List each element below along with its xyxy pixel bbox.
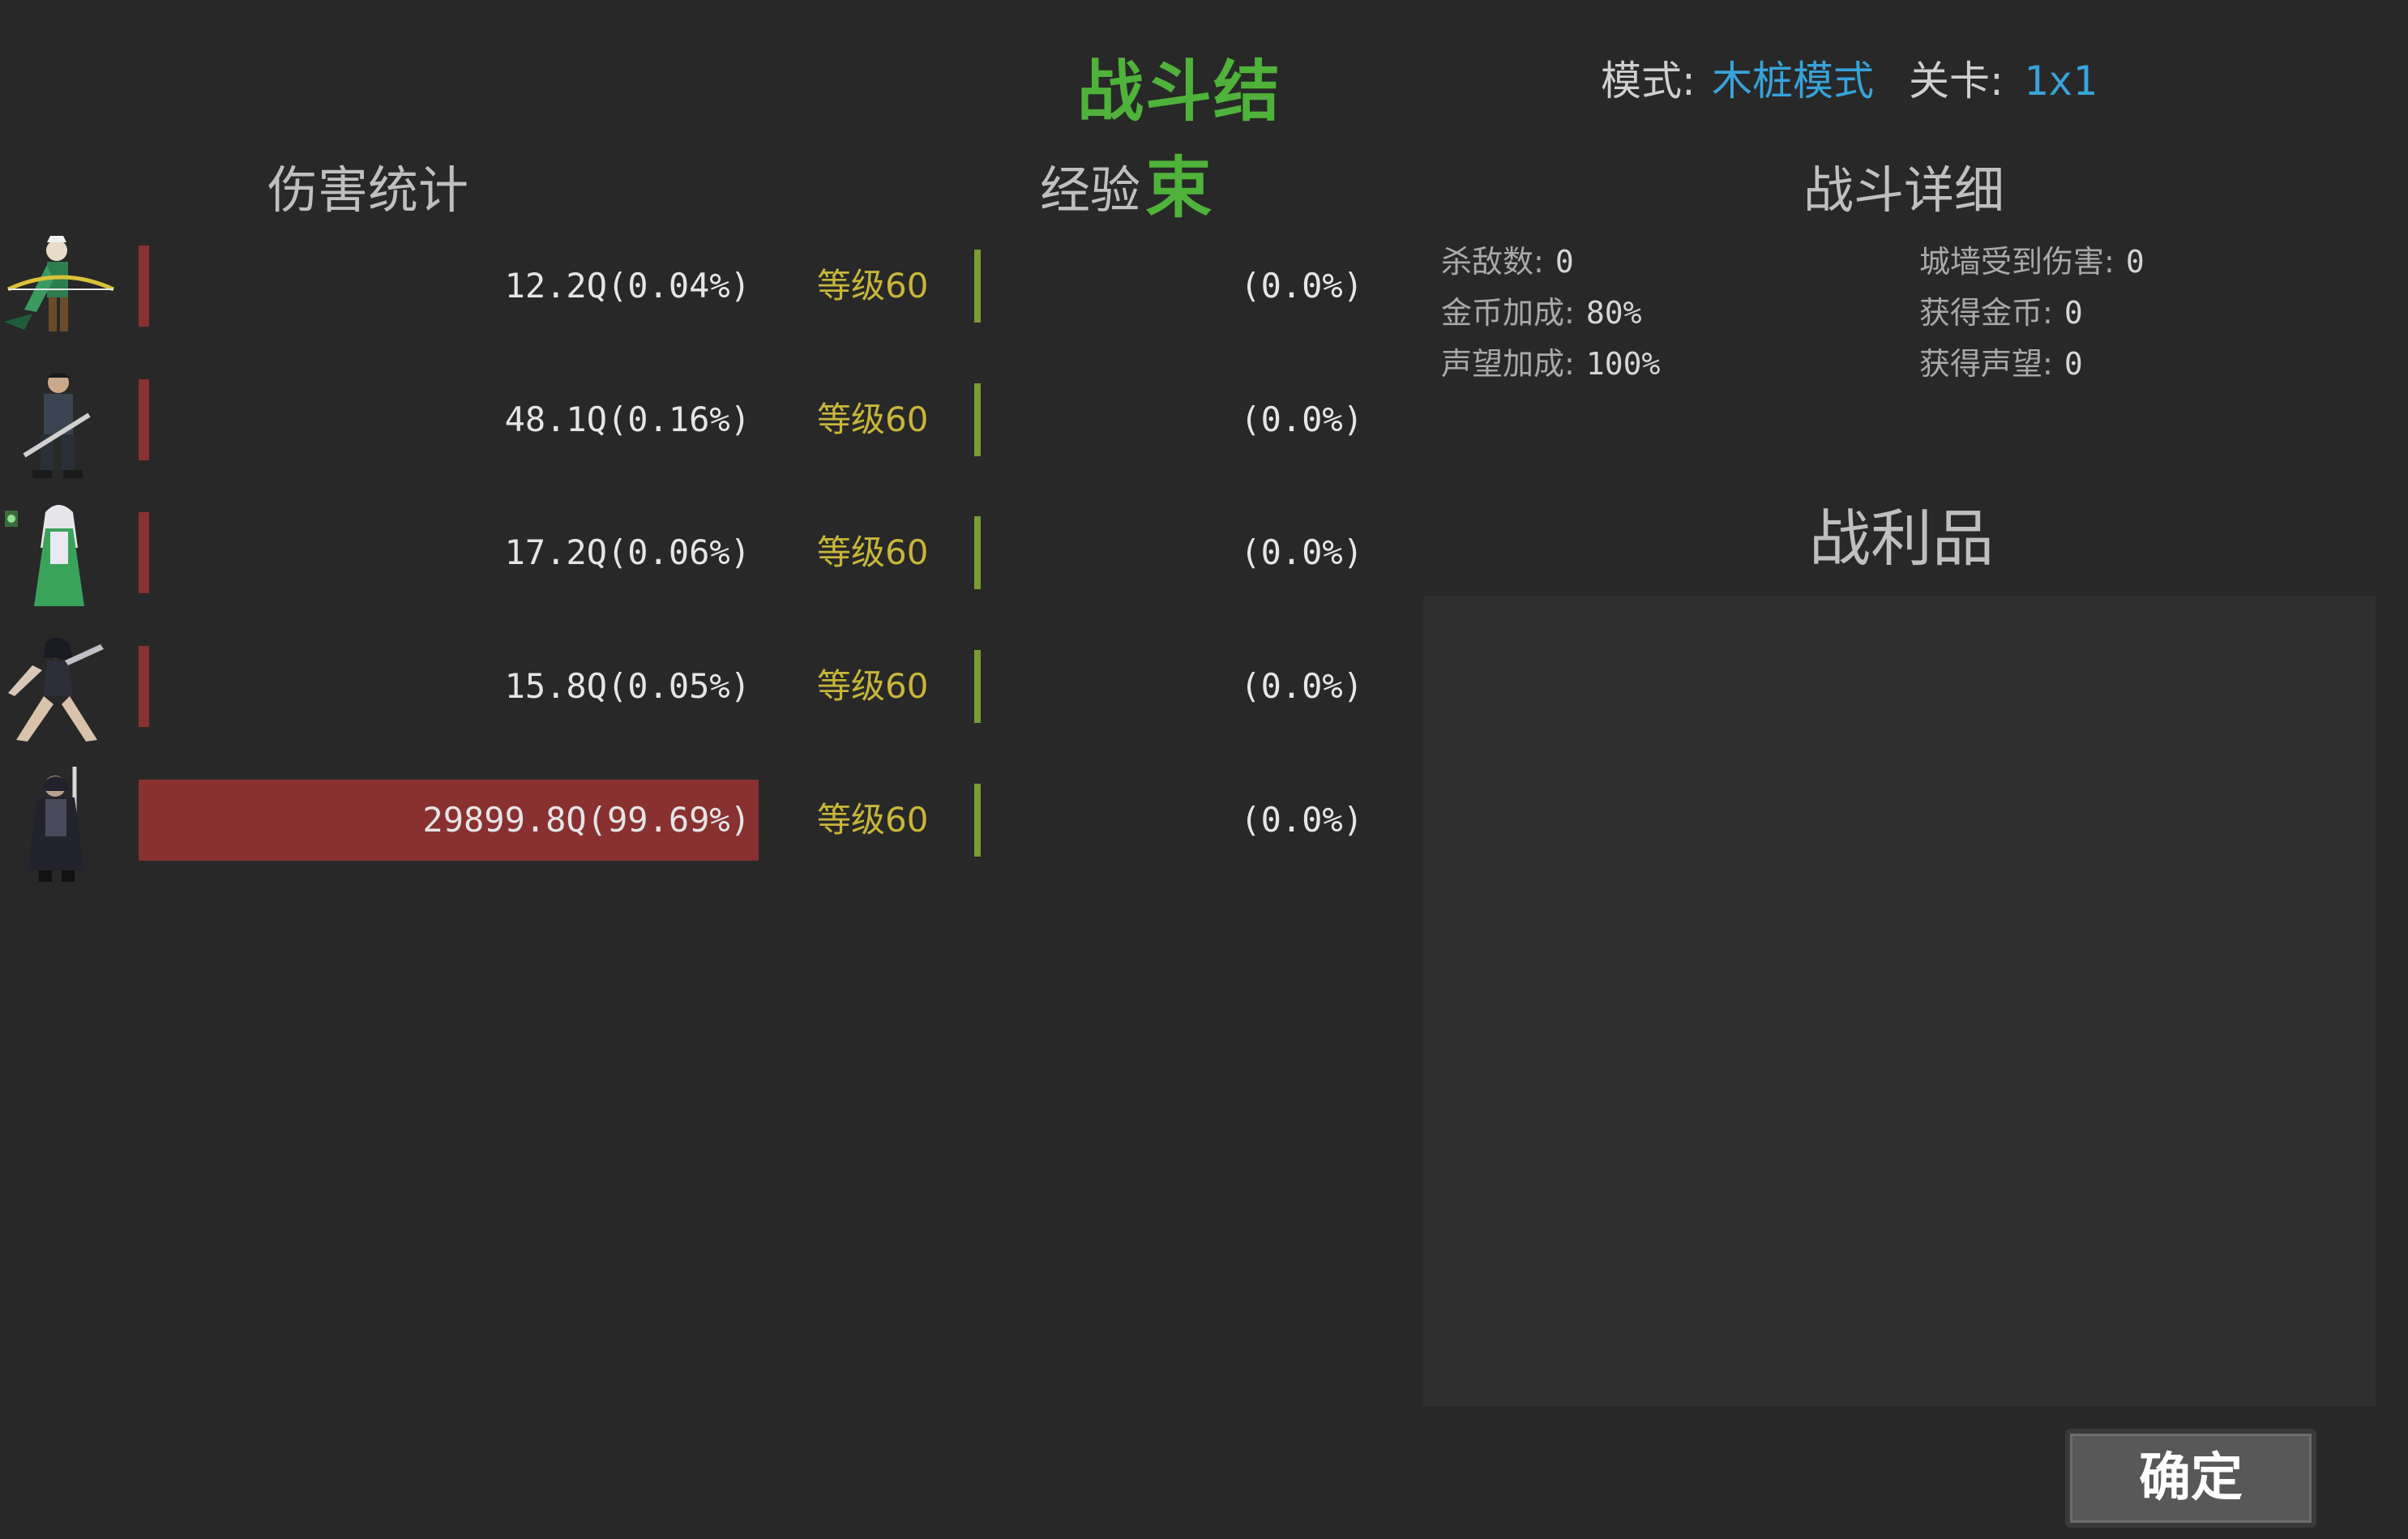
fame-bonus-label: 声望加成:: [1441, 346, 1575, 382]
damage-bar-track: 15.8Q(0.05%): [139, 646, 760, 727]
hero-level: 等级60: [817, 532, 929, 572]
stage-label: 关卡:: [1909, 58, 2004, 105]
exp-bar: [974, 784, 981, 857]
hero-level: 等级60: [817, 800, 929, 840]
gold-gained-label: 获得金币:: [1919, 295, 2053, 331]
gold-bonus-stat: 金币加成: 80%: [1441, 293, 1641, 333]
exp-bar: [974, 650, 981, 723]
damage-bar: [139, 512, 149, 593]
swordsman-portrait-icon: [23, 372, 91, 478]
exp-value: (0.0%): [1240, 266, 1363, 306]
fame-bonus-stat: 声望加成: 100%: [1441, 344, 1660, 384]
damage-value: 15.8Q(0.05%): [504, 666, 751, 706]
exp-value: (0.0%): [1240, 532, 1363, 572]
hero-row: 48.1Q(0.16%) 等级60 (0.0%): [0, 372, 1394, 478]
dark-knight-portrait-icon: [28, 767, 84, 882]
hero-row: 15.8Q(0.05%) 等级60 (0.0%): [0, 637, 1394, 742]
confirm-button[interactable]: 确定: [2065, 1429, 2316, 1528]
hero-row: 12.2Q(0.04%) 等级60 (0.0%): [0, 236, 1394, 335]
hero-level: 等级60: [817, 400, 929, 439]
exp-bar: [974, 383, 981, 456]
kills-value: 0: [1555, 244, 1574, 280]
exp-value: (0.0%): [1240, 800, 1363, 840]
mode-value: 木桩模式: [1712, 58, 1874, 105]
experience-title: 经验: [1040, 160, 1141, 220]
gold-bonus-label: 金币加成:: [1441, 295, 1575, 331]
kills-label: 杀敌数:: [1441, 244, 1544, 280]
damage-value: 12.2Q(0.04%): [504, 266, 751, 306]
kills-stat: 杀敌数: 0: [1441, 242, 1574, 282]
battle-details-title: 战斗详细: [1803, 160, 2005, 220]
wall-damage-stat: 城墙受到伤害: 0: [1919, 242, 2145, 282]
dancer-portrait-icon: [8, 637, 104, 742]
exp-bar-track: (0.0%): [974, 246, 1363, 327]
wall-damage-value: 0: [2125, 244, 2145, 280]
exp-value: (0.0%): [1240, 400, 1363, 439]
damage-bar-track: 29899.8Q(99.69%): [139, 780, 760, 861]
fame-gained-label: 获得声望:: [1919, 346, 2053, 382]
exp-bar: [974, 516, 981, 589]
gold-bonus-value: 80%: [1585, 295, 1642, 331]
hero-row: 17.2Q(0.06%) 等级60 (0.0%): [0, 505, 1394, 606]
gold-gained-stat: 获得金币: 0: [1919, 293, 2083, 333]
gold-gained-value: 0: [2064, 295, 2083, 331]
hero-level: 等级60: [817, 666, 929, 706]
hero-level: 等级60: [817, 266, 929, 306]
fame-gained-stat: 获得声望: 0: [1919, 344, 2083, 384]
exp-bar-track: (0.0%): [974, 379, 1363, 460]
loot-container: [1423, 596, 2376, 1406]
damage-value: 29899.8Q(99.69%): [422, 800, 751, 840]
elf-archer-portrait-icon: [4, 236, 115, 331]
damage-bar: [139, 379, 149, 460]
damage-value: 17.2Q(0.06%): [504, 532, 751, 572]
mode-label: 模式:: [1601, 58, 1696, 105]
damage-stats-title: 伤害统计: [267, 160, 469, 220]
damage-bar-track: 17.2Q(0.06%): [139, 512, 760, 593]
stage-value: 1x1: [2024, 58, 2098, 105]
elf-mage-portrait-icon: [5, 505, 84, 606]
exp-bar-track: (0.0%): [974, 646, 1363, 727]
exp-value: (0.0%): [1240, 666, 1363, 706]
damage-bar-track: 48.1Q(0.16%): [139, 379, 760, 460]
damage-bar: [139, 246, 149, 327]
fame-gained-value: 0: [2064, 346, 2083, 382]
hero-row: 29899.8Q(99.69%) 等级60 (0.0%): [0, 767, 1394, 882]
wall-damage-label: 城墙受到伤害:: [1919, 244, 2115, 280]
damage-bar-track: 12.2Q(0.04%): [139, 246, 760, 327]
damage-bar: [139, 646, 149, 727]
exp-bar-track: (0.0%): [974, 780, 1363, 861]
loot-title: 战利品: [1809, 502, 1994, 575]
exp-bar-track: (0.0%): [974, 512, 1363, 593]
exp-bar: [974, 250, 981, 323]
damage-value: 48.1Q(0.16%): [504, 400, 751, 439]
fame-bonus-value: 100%: [1585, 346, 1661, 382]
